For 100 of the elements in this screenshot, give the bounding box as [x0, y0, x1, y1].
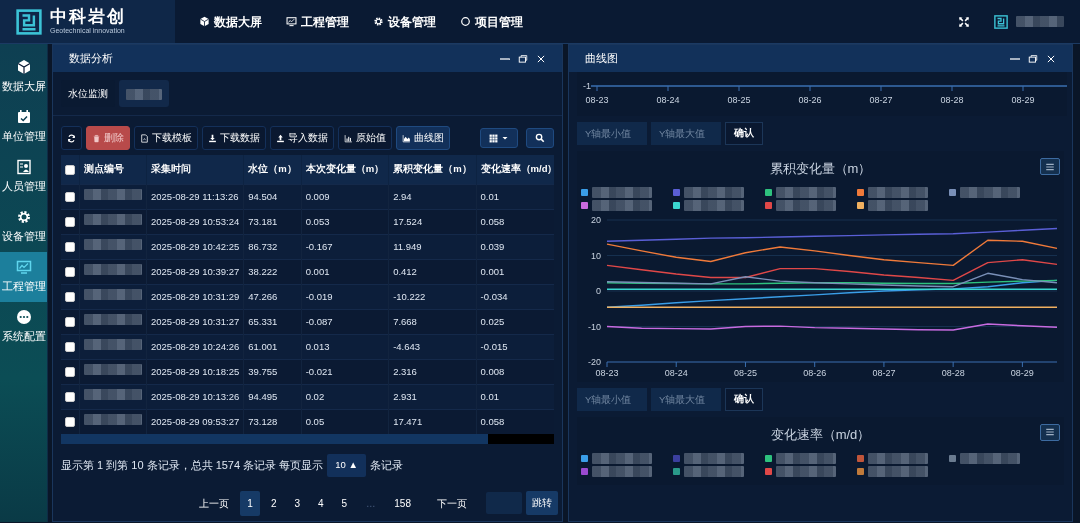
refresh-button[interactable] [61, 126, 82, 151]
checkbox[interactable] [65, 367, 75, 378]
cube-icon [199, 16, 210, 27]
sidebar-item[interactable]: 设备管理 [0, 202, 47, 252]
close-button[interactable] [536, 53, 546, 64]
legend-marker[interactable] [673, 467, 680, 475]
toolbar-button[interactable]: 导入数据 [270, 126, 334, 151]
legend-marker[interactable] [949, 189, 956, 196]
horizontal-scrollbar[interactable] [61, 434, 554, 445]
legend-marker[interactable] [673, 454, 680, 462]
sidebar-item[interactable]: 数据大屏 [0, 52, 47, 102]
legend-marker[interactable] [765, 202, 772, 209]
table-cell: 11.949 [388, 234, 477, 260]
columns-button[interactable] [480, 128, 518, 149]
redacted-block [776, 200, 836, 211]
previous-page-link[interactable]: 上一页 [192, 490, 237, 516]
legend-marker[interactable] [673, 189, 680, 196]
table-cell: 2025-08-29 10:31:29 [146, 284, 244, 310]
legend-marker[interactable] [857, 467, 864, 475]
checkbox[interactable] [65, 217, 75, 228]
table-cell: -4.643 [388, 334, 477, 360]
minimize-button[interactable] [1010, 57, 1020, 60]
y-max-field[interactable]: Y轴最大值 [651, 122, 721, 145]
column-header: 本次变化量（m） [301, 155, 389, 185]
fullscreen-button[interactable] [958, 15, 970, 28]
toolbar-button[interactable]: 删除 [86, 126, 130, 151]
gear-icon [373, 16, 384, 27]
checkbox[interactable] [65, 267, 75, 278]
legend-marker[interactable] [765, 467, 772, 475]
checkbox[interactable] [65, 242, 75, 253]
redacted-block [684, 200, 744, 211]
legend-marker[interactable] [765, 454, 772, 462]
checkbox[interactable] [65, 417, 75, 428]
toolbar-button[interactable]: 原始值 [338, 126, 392, 151]
logo-icon [16, 8, 42, 35]
redacted-block [776, 452, 836, 464]
legend-marker[interactable] [857, 202, 864, 209]
y-min-field[interactable]: Y轴最小值 [577, 387, 647, 411]
checkbox[interactable] [65, 292, 75, 303]
checkbox[interactable] [65, 392, 75, 403]
axis-tick-label: 08-23 [595, 367, 619, 378]
axis-tick-label: 20 [591, 214, 601, 225]
checkbox[interactable] [65, 192, 75, 203]
jump-button[interactable]: 跳转 [526, 490, 558, 516]
table-cell: 39.755 [243, 359, 302, 385]
close-button[interactable] [1046, 53, 1056, 64]
page-link[interactable]: 1 [240, 490, 260, 516]
page-size-dropdown[interactable]: 10 ▲ [327, 454, 366, 477]
chart-menu-button[interactable] [1040, 423, 1060, 441]
page-link[interactable]: 4 [311, 490, 331, 516]
legend-marker[interactable] [857, 189, 864, 196]
legend-marker[interactable] [581, 189, 588, 196]
axis-tick-label: -10 [588, 321, 601, 331]
table-cell: -0.167 [301, 234, 389, 260]
nav-link[interactable]: 工程管理 [286, 12, 349, 31]
toolbar-button[interactable]: 曲线图 [396, 126, 450, 151]
checkbox[interactable] [65, 317, 75, 328]
table-cell: 0.013 [301, 334, 389, 360]
restore-button[interactable] [1028, 53, 1038, 64]
sidebar-item[interactable]: 系统配置 [0, 302, 47, 352]
legend-marker[interactable] [581, 202, 588, 209]
page-link[interactable]: 2 [263, 490, 284, 516]
table-cell: 0.058 [476, 209, 554, 235]
legend-marker[interactable] [581, 467, 588, 475]
checkbox[interactable] [65, 164, 75, 175]
checkbox[interactable] [65, 342, 75, 353]
table-cell: 17.524 [388, 209, 477, 235]
axis-tick-label: 08-26 [803, 367, 827, 378]
next-page-link[interactable]: 下一页 [430, 490, 474, 516]
legend-marker[interactable] [673, 202, 680, 209]
search-button[interactable] [526, 128, 554, 149]
tab[interactable] [119, 80, 169, 107]
legend-marker[interactable] [581, 454, 588, 462]
axis-tick-label: 10 [591, 250, 601, 260]
y-min-field[interactable]: Y轴最小值 [577, 122, 647, 145]
logo-title: 中科岩创 [50, 8, 126, 27]
y-max-field[interactable]: Y轴最大值 [651, 387, 721, 411]
confirm-button[interactable]: 确认 [725, 122, 763, 145]
nav-link[interactable]: 项目管理 [460, 12, 523, 31]
sidebar-item[interactable]: 单位管理 [0, 102, 47, 152]
page-link[interactable]: 158 [387, 490, 418, 516]
toolbar-button[interactable]: 下载数据 [202, 126, 266, 151]
page-link[interactable]: 5 [334, 490, 355, 516]
nav-link[interactable]: 数据大屏 [199, 12, 262, 31]
sidebar-item[interactable]: 人员管理 [0, 152, 47, 202]
minimize-button[interactable] [500, 57, 510, 60]
confirm-button[interactable]: 确认 [725, 387, 763, 411]
nav-link[interactable]: 设备管理 [373, 12, 436, 31]
page-link[interactable]: 3 [287, 490, 307, 516]
panel-title: 曲线图 [585, 51, 618, 67]
legend-marker[interactable] [949, 454, 956, 462]
toolbar-button[interactable]: 下载模板 [134, 126, 198, 151]
legend-marker[interactable] [765, 189, 772, 196]
chart-menu-button[interactable] [1040, 158, 1060, 175]
table-cell: 0.053 [301, 209, 389, 235]
restore-button[interactable] [518, 53, 528, 64]
legend-marker[interactable] [857, 454, 864, 462]
grid-icon [489, 133, 498, 143]
sidebar-item[interactable]: 工程管理 [0, 252, 47, 302]
sidebar-label: 设备管理 [1, 229, 46, 245]
